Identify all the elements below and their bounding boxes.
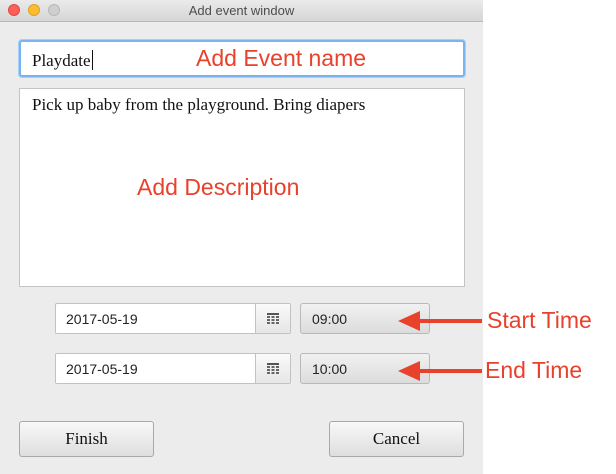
annotation-start-time: Start Time — [487, 307, 592, 333]
end-date-picker[interactable]: 2017-05-19 — [55, 353, 291, 384]
title-bar: Add event window — [0, 0, 483, 22]
end-date-value: 2017-05-19 — [66, 361, 138, 377]
finish-button[interactable]: Finish — [19, 421, 154, 457]
calendar-icon — [267, 313, 279, 324]
end-time-arrow-icon — [398, 361, 482, 381]
calendar-icon — [267, 363, 279, 374]
end-date-calendar-button[interactable] — [255, 354, 290, 383]
text-caret — [91, 50, 93, 70]
start-date-calendar-button[interactable] — [255, 304, 290, 333]
annotation-event-name: Add Event name — [196, 45, 367, 71]
event-name-value: Playdate — [32, 51, 91, 70]
annotation-description: Add Description — [137, 174, 300, 200]
annotation-end-time: End Time — [485, 357, 583, 383]
window-title: Add event window — [188, 3, 295, 18]
start-date-picker[interactable]: 2017-05-19 — [55, 303, 291, 334]
event-description-value: Pick up baby from the playground. Bring … — [32, 95, 366, 114]
start-time-arrow-icon — [398, 311, 482, 331]
start-date-value: 2017-05-19 — [66, 311, 138, 327]
cancel-button[interactable]: Cancel — [329, 421, 464, 457]
